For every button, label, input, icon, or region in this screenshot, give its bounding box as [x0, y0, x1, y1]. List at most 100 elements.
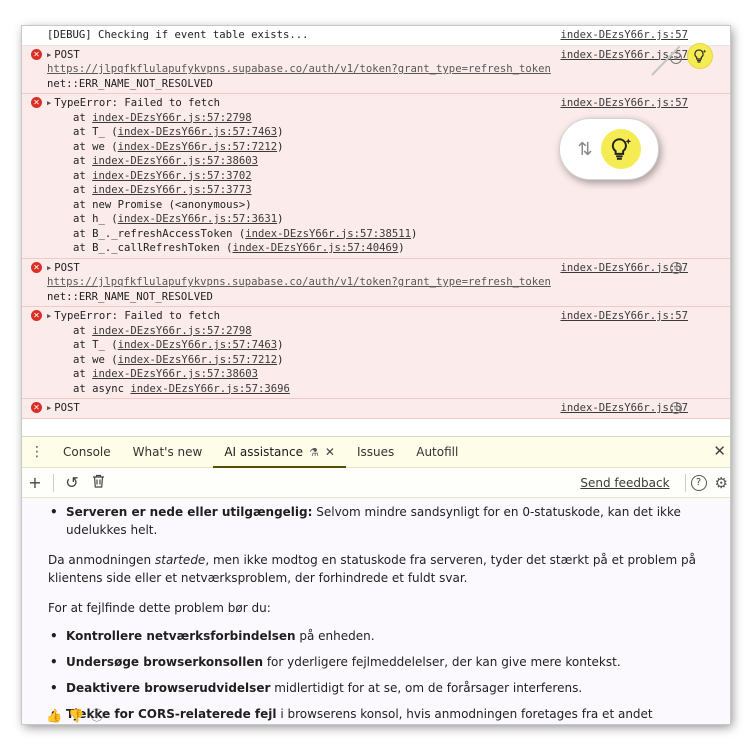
history-icon[interactable]: ↺ — [59, 473, 85, 492]
tab-ai-assistance[interactable]: AI assistance ⚗ ✕ — [213, 437, 346, 468]
console-output: [DEBUG] Checking if event table exists..… — [22, 26, 730, 436]
frame-prefix: at — [73, 169, 93, 182]
send-feedback-link[interactable]: Send feedback — [580, 476, 669, 490]
stack-frame: at B_._refreshAccessToken (index-DEzsY66… — [47, 227, 730, 242]
frame-suffix: ) — [398, 242, 405, 254]
paragraph: Da anmodningen startede, men ikke modtog… — [48, 551, 706, 587]
bullet-text: på enheden. — [295, 629, 375, 643]
info-icon[interactable]: ⓘ — [90, 708, 103, 724]
source-link[interactable]: index-DEzsY66r.js:57 — [560, 309, 730, 324]
caret-right-icon[interactable]: ▶ — [47, 51, 51, 59]
toolbar-divider — [684, 473, 686, 492]
frame-link[interactable]: index-DEzsY66r.js:57:7212 — [118, 354, 277, 366]
ai-insight-button-zoomed — [600, 129, 641, 169]
close-tab-icon[interactable]: ✕ — [325, 445, 335, 459]
frame-link[interactable]: index-DEzsY66r.js:57:3773 — [92, 184, 251, 196]
ai-insight-button[interactable] — [688, 43, 712, 68]
thumbs-down-icon[interactable]: 👎 — [68, 708, 84, 724]
stack-trace: at index-DEzsY66r.js:57:2798 at T_ (inde… — [47, 324, 730, 397]
new-chat-icon[interactable]: + — [22, 473, 48, 492]
source-link[interactable]: index-DEzsY66r.js:57 — [560, 96, 730, 111]
tab-autofill[interactable]: Autofill — [405, 437, 469, 467]
gear-icon[interactable]: ⚙ — [715, 474, 728, 492]
list-item: Tjekke for CORS-relaterede fejl i browse… — [48, 705, 706, 724]
frame-prefix: at h_ ( — [73, 213, 118, 225]
tab-console[interactable]: Console — [52, 437, 122, 467]
frame-link[interactable]: index-DEzsY66r.js:57:2798 — [92, 325, 251, 337]
close-drawer-icon[interactable]: ✕ — [713, 442, 726, 460]
tab-label: What's new — [132, 445, 203, 459]
caret-right-icon[interactable]: ▶ — [47, 99, 51, 107]
trash-icon — [92, 474, 104, 488]
message-actions: ⇅ — [670, 43, 712, 68]
stack-frame: at B_._callRefreshToken (index-DEzsY66r.… — [47, 241, 730, 256]
paragraph: For at fejlfinde dette problem bør du: — [48, 601, 271, 615]
frame-link[interactable]: index-DEzsY66r.js:57:7463 — [118, 339, 277, 351]
error-detail: net::ERR_NAME_NOT_RESOLVED — [47, 77, 213, 90]
caret-right-icon[interactable]: ▶ — [47, 404, 51, 412]
caret-right-icon[interactable]: ▶ — [47, 264, 51, 272]
message-text: [DEBUG] Checking if event table exists..… — [47, 29, 309, 41]
frame-suffix: ) — [277, 213, 284, 225]
expand-toggle[interactable]: ▶ POST — [47, 261, 80, 276]
caret-right-icon[interactable]: ▶ — [47, 312, 51, 320]
tab-whats-new[interactable]: What's new — [122, 437, 214, 467]
help-icon[interactable]: ? — [690, 474, 707, 491]
message-actions: ⇅ — [670, 261, 712, 274]
delete-icon[interactable] — [85, 473, 111, 492]
tab-label: Issues — [356, 445, 395, 459]
console-message-error: ✕ ▶ TypeError: Failed to fetch index-DEzs… — [22, 307, 730, 399]
frame-prefix: at — [73, 155, 93, 167]
devtools-window: [DEBUG] Checking if event table exists..… — [22, 26, 730, 724]
expand-toggle[interactable]: ▶ TypeError: Failed to fetch — [47, 309, 220, 324]
frame-link[interactable]: index-DEzsY66r.js:57:38603 — [92, 368, 258, 380]
request-url[interactable]: https://jlpqfkflulapufykvpns.supabase.co… — [47, 62, 730, 77]
more-tabs-icon[interactable]: ⋮ — [24, 437, 52, 467]
bullet-list: Kontrollere netværksforbindelsen på enhe… — [48, 627, 706, 724]
error-detail: net::ERR_NAME_NOT_RESOLVED — [47, 290, 213, 303]
network-request-icon[interactable]: ⇅ — [670, 261, 682, 274]
ai-toolbar: + ↺ Send feedback ? ⚙ — [22, 468, 730, 498]
frame-link[interactable]: index-DEzsY66r.js:57:38603 — [92, 155, 258, 167]
network-request-icon[interactable]: ⇅ — [670, 402, 682, 414]
message-title: TypeError: Failed to fetch — [54, 310, 221, 322]
expand-toggle[interactable]: ▶ POST — [47, 401, 80, 416]
frame-link[interactable]: index-DEzsY66r.js:57:2798 — [92, 112, 251, 124]
request-url[interactable]: https://jlpqfkflulapufykvpns.supabase.co… — [47, 275, 730, 290]
error-icon: ✕ — [31, 310, 42, 321]
frame-link[interactable]: index-DEzsY66r.js:57:7463 — [118, 126, 277, 138]
frame-link[interactable]: index-DEzsY66r.js:57:7212 — [118, 141, 277, 153]
frame-prefix: at — [73, 368, 93, 380]
frame-link[interactable]: index-DEzsY66r.js:57:38511 — [245, 228, 411, 240]
frame-link[interactable]: index-DEzsY66r.js:57:3631 — [118, 213, 277, 225]
message-title: POST — [54, 261, 80, 274]
console-message-error: ✕ ▶ POST index-DEzsY66r.js:57 ⇅ — [22, 399, 730, 419]
console-message-error: ✕ ▶ POST index-DEzsY66r.js:57 https://jlp… — [22, 43, 730, 94]
paragraph-emphasis: startede — [154, 553, 206, 567]
frame-prefix: at we ( — [73, 353, 118, 366]
lightbulb-sparkle-icon — [694, 48, 707, 63]
frame-prefix: at B_._refreshAccessToken ( — [73, 227, 246, 240]
stack-frame: at h_ (index-DEzsY66r.js:57:3631) — [47, 212, 730, 227]
bullet-bold: Kontrollere netværksforbindelsen — [66, 629, 296, 643]
frame-link[interactable]: index-DEzsY66r.js:57:40469 — [232, 242, 398, 254]
list-item: Kontrollere netværksforbindelsen på enhe… — [48, 627, 706, 645]
frame-prefix: at T_ ( — [73, 126, 118, 138]
frame-prefix: at B_._callRefreshToken ( — [73, 242, 233, 254]
tab-label: Console — [63, 445, 111, 459]
frame-link[interactable]: index-DEzsY66r.js:57:3702 — [92, 170, 251, 182]
expand-toggle[interactable]: ▶ TypeError: Failed to fetch — [47, 96, 220, 111]
thumbs-up-icon[interactable]: 👍 — [46, 708, 62, 724]
source-link[interactable]: index-DEzsY66r.js:57 — [560, 28, 730, 43]
bullet-text: for yderligere fejlmeddelelser, der kan … — [263, 655, 621, 669]
frame-prefix: at async — [73, 382, 131, 395]
stack-frame: at we (index-DEzsY66r.js:57:7212) — [47, 353, 730, 368]
frame-prefix: at new Promise (<anonymous>) — [73, 198, 252, 211]
toolbar-divider — [53, 473, 54, 492]
tab-issues[interactable]: Issues — [346, 437, 405, 467]
frame-link[interactable]: index-DEzsY66r.js:57:3696 — [130, 383, 289, 395]
stack-frame: at index-DEzsY66r.js:57:38603 — [47, 367, 730, 382]
expand-toggle[interactable]: ▶ POST — [47, 48, 80, 63]
console-message-error: ✕ ▶ POST index-DEzsY66r.js:57 https://jlp… — [22, 258, 730, 307]
stack-frame: at async index-DEzsY66r.js:57:3696 — [47, 382, 730, 397]
